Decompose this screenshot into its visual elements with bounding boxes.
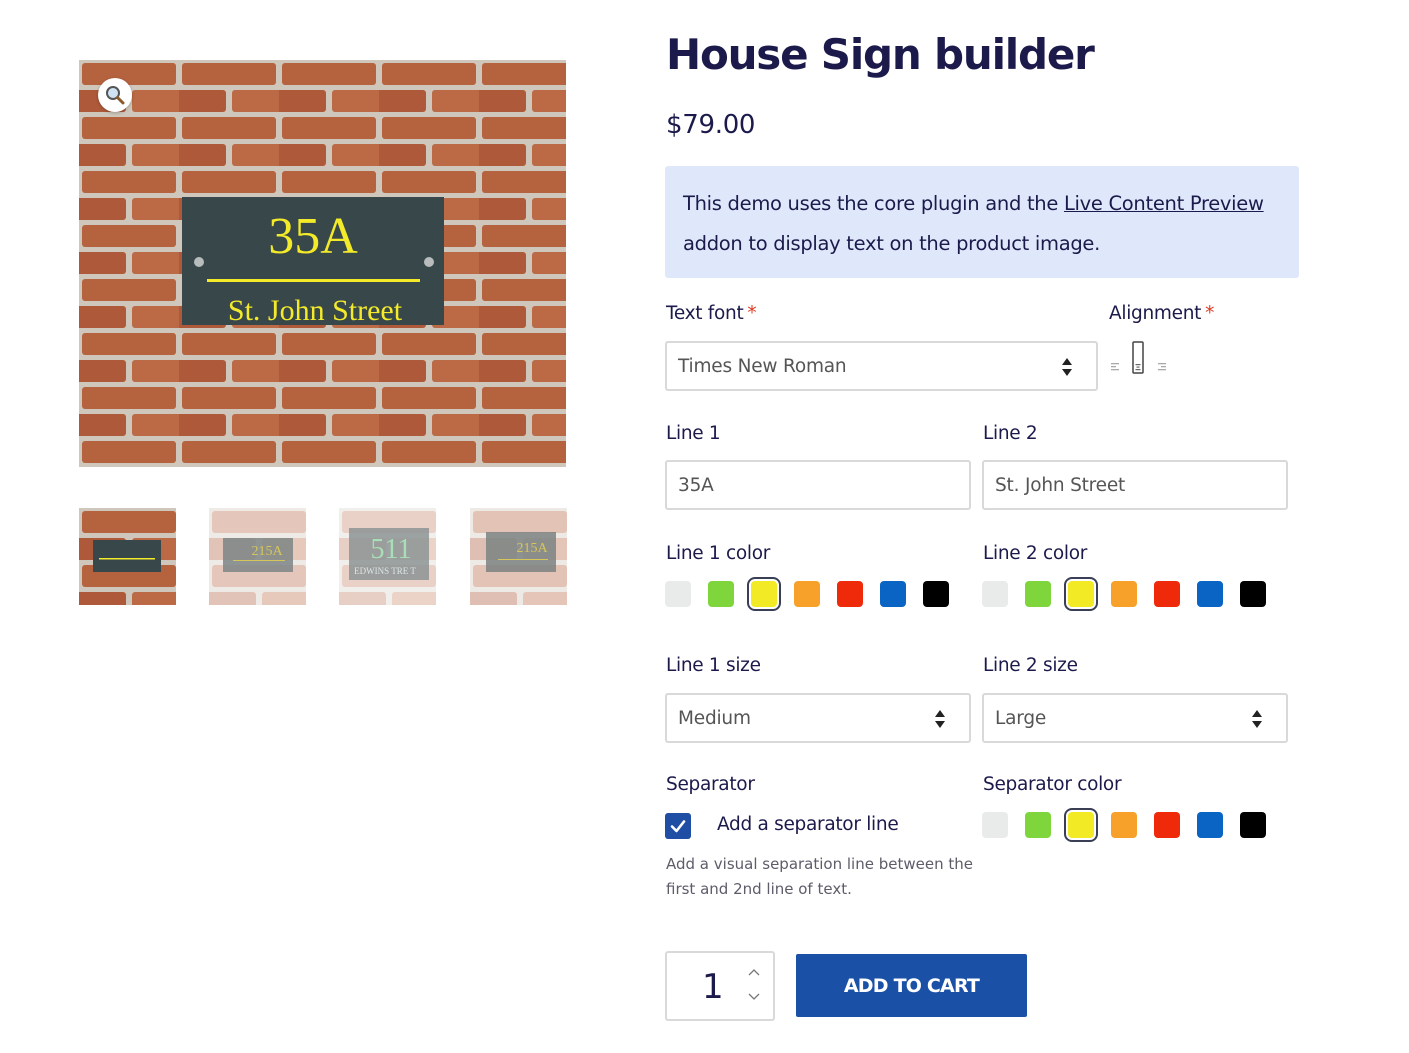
separator-color-label: Separator color: [983, 774, 1122, 795]
line2-input[interactable]: St. John Street: [982, 460, 1288, 510]
thumbnail-sign-text: 215A: [251, 544, 283, 559]
checkmark-icon: [670, 820, 686, 833]
line1-size-value: Medium: [678, 707, 751, 729]
sign-line2-text: St. John Street: [228, 294, 403, 327]
thumbnail-sign-text: EDWINS TRE T: [354, 566, 416, 576]
gallery-thumbnail[interactable]: 215A: [470, 508, 567, 605]
color-swatch[interactable]: [1197, 581, 1223, 607]
text-font-value: Times New Roman: [678, 355, 847, 377]
line1-value: 35A: [678, 474, 714, 496]
select-arrows-icon: [935, 710, 945, 728]
line1-color-swatches: [665, 577, 966, 611]
line2-value: St. John Street: [995, 474, 1126, 496]
color-swatch[interactable]: [708, 581, 734, 607]
product-main-image[interactable]: 35A St. John Street: [79, 60, 566, 467]
notice-text: addon to display text on the product ima…: [683, 232, 1101, 255]
text-font-label: Text font *: [666, 303, 757, 324]
color-swatch[interactable]: [1240, 581, 1266, 607]
color-swatch[interactable]: [837, 581, 863, 607]
gallery-thumbnail[interactable]: 215A: [209, 508, 306, 605]
line2-color-label: Line 2 color: [983, 543, 1088, 564]
separator-label: Separator: [666, 774, 755, 795]
brick-wall-sign-photo: 35A St. John Street: [79, 60, 566, 467]
magnifier-icon: [106, 86, 125, 105]
live-content-preview-link[interactable]: Live Content Preview: [1064, 192, 1264, 215]
thumbnail-sign-text: 511: [371, 534, 412, 565]
align-left-icon[interactable]: [1111, 363, 1120, 371]
alignment-options: [1108, 340, 1178, 380]
separator-checkbox[interactable]: [665, 813, 691, 839]
chevron-up-icon[interactable]: [747, 968, 761, 978]
sign-line1-text: 35A: [268, 208, 358, 265]
line1-color-label: Line 1 color: [666, 543, 771, 564]
gallery-thumbnail[interactable]: [79, 508, 176, 605]
add-to-cart-button[interactable]: ADD TO CART: [796, 954, 1027, 1017]
line2-label: Line 2: [983, 423, 1038, 444]
color-swatch[interactable]: [982, 812, 1008, 838]
line1-label: Line 1: [666, 423, 721, 444]
line1-size-label: Line 1 size: [666, 655, 761, 676]
color-swatch[interactable]: [982, 581, 1008, 607]
color-swatch[interactable]: [665, 581, 691, 607]
product-title: House Sign builder: [666, 30, 1095, 79]
align-center-icon[interactable]: [1132, 341, 1146, 375]
product-price: $79.00: [666, 110, 756, 140]
select-arrows-icon: [1252, 710, 1262, 728]
line1-input[interactable]: 35A: [665, 460, 971, 510]
required-mark: *: [747, 303, 757, 324]
color-swatch[interactable]: [1154, 812, 1180, 838]
color-swatch[interactable]: [880, 581, 906, 607]
color-swatch[interactable]: [1111, 812, 1137, 838]
alignment-label: Alignment *: [1109, 303, 1215, 324]
color-swatch[interactable]: [923, 581, 949, 607]
zoom-button[interactable]: [98, 78, 132, 112]
color-swatch[interactable]: [1064, 808, 1098, 842]
line2-color-swatches: [982, 577, 1283, 611]
color-swatch[interactable]: [1025, 581, 1051, 607]
chevron-down-icon[interactable]: [747, 991, 761, 1001]
color-swatch[interactable]: [794, 581, 820, 607]
color-swatch[interactable]: [747, 577, 781, 611]
quantity-value: 1: [702, 967, 724, 1007]
required-mark: *: [1205, 303, 1215, 324]
color-swatch[interactable]: [1154, 581, 1180, 607]
line2-size-label: Line 2 size: [983, 655, 1078, 676]
quantity-stepper[interactable]: 1: [665, 951, 775, 1021]
text-font-select[interactable]: Times New Roman: [665, 341, 1098, 391]
line2-size-select[interactable]: Large: [982, 693, 1288, 743]
color-swatch[interactable]: [1064, 577, 1098, 611]
separator-color-swatches: [982, 808, 1283, 842]
gallery-thumbnail[interactable]: 511 EDWINS TRE T: [339, 508, 436, 605]
thumbnail-sign-text: 215A: [516, 541, 548, 556]
line2-size-value: Large: [995, 707, 1047, 729]
info-notice: This demo uses the core plugin and the L…: [665, 166, 1299, 278]
color-swatch[interactable]: [1240, 812, 1266, 838]
color-swatch[interactable]: [1025, 812, 1051, 838]
color-swatch[interactable]: [1197, 812, 1223, 838]
color-swatch[interactable]: [1111, 581, 1137, 607]
separator-help-text: Add a visual separation line between the…: [666, 855, 973, 898]
line1-size-select[interactable]: Medium: [665, 693, 971, 743]
select-arrows-icon: [1062, 358, 1072, 376]
notice-text: This demo uses the core plugin and the: [683, 192, 1064, 215]
align-right-icon[interactable]: [1158, 363, 1167, 371]
separator-checkbox-label[interactable]: Add a separator line: [717, 814, 899, 835]
